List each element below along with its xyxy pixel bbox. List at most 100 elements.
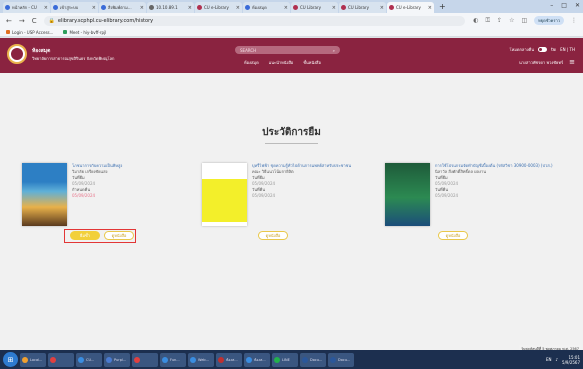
- book-cover[interactable]: [22, 163, 67, 226]
- tab-close-icon[interactable]: ×: [332, 5, 336, 11]
- night-mode-toggle[interactable]: [537, 47, 547, 52]
- tab-favicon-icon: [389, 5, 394, 10]
- taskbar-item[interactable]: [132, 352, 158, 367]
- tab-title: CU e-Library: [396, 5, 421, 10]
- browser-tab[interactable]: CU e-Library ×: [387, 2, 434, 13]
- taskbar-item-label: CU...: [86, 357, 95, 362]
- user-name[interactable]: นางสาวพัชรดา พวงชัยทร์: [519, 59, 563, 66]
- browser-tab[interactable]: เข้าสู่ระบบ ×: [51, 2, 98, 13]
- app-icon: [162, 356, 168, 363]
- main-content: ประวัติการยืม โภชนาการกับความเป็นพิษสูง …: [0, 73, 583, 350]
- profile-button[interactable]: หยุดชั่วคราว: [534, 16, 564, 25]
- tab-title: หน้าหลัก - CU: [12, 5, 37, 10]
- url-text: elibrary.scphpl.cu-elibrary.com/history: [57, 17, 154, 24]
- speaker-icon[interactable]: ♪: [555, 357, 558, 362]
- search-input[interactable]: SEARCH ⌕: [235, 46, 340, 54]
- system-tray: EN ♪ 15:01 5/9/2567: [546, 355, 580, 365]
- borrow-date: 05/09/2024: [435, 180, 459, 186]
- tab-close-icon[interactable]: ×: [188, 5, 192, 11]
- title-divider: [265, 143, 318, 144]
- taskbar-item[interactable]: Local...: [20, 352, 46, 367]
- library-logo[interactable]: [7, 44, 27, 64]
- tab-close-icon[interactable]: ×: [92, 5, 96, 11]
- taskbar-item[interactable]: Docu...: [328, 352, 354, 367]
- browser-tab[interactable]: ห้องสมุด ×: [243, 2, 290, 13]
- browser-tab[interactable]: หน้าหลัก - CU ×: [3, 2, 50, 13]
- taskbar-item[interactable]: Purpl...: [104, 352, 130, 367]
- taskbar-item[interactable]: Fun...: [160, 352, 186, 367]
- minimize-icon[interactable]: –: [550, 2, 553, 9]
- search-icon[interactable]: ⌕: [333, 48, 335, 53]
- back-icon[interactable]: ←: [6, 17, 12, 25]
- bookmark-item[interactable]: Login - USP Access...: [6, 30, 53, 35]
- taskbar-item[interactable]: LINE: [272, 352, 298, 367]
- tab-title: ห้องสมุด: [252, 5, 267, 10]
- tray-language[interactable]: EN: [546, 357, 552, 362]
- url-field[interactable]: 🔒 elibrary.scphpl.cu-elibrary.com/histor…: [43, 15, 466, 26]
- tab-close-icon[interactable]: ×: [140, 5, 144, 11]
- taskbar-item[interactable]: Web...: [188, 352, 214, 367]
- share-icon[interactable]: ⇪: [497, 17, 502, 24]
- tab-close-icon[interactable]: ×: [380, 5, 384, 11]
- view-book-button[interactable]: ดูหนังสือ: [258, 231, 288, 240]
- maximize-icon[interactable]: □: [561, 2, 567, 9]
- app-icon: [330, 356, 336, 363]
- book-title[interactable]: การใช้โปรแกรมจัดทำบัญชีเบื้องต้น (รหัสวิ…: [435, 163, 563, 169]
- clock[interactable]: 15:01 5/9/2567: [562, 355, 580, 365]
- book-info: โภชนาการกับความเป็นพิษสูง วิมาลัย เกรียง…: [72, 163, 200, 198]
- view-book-button[interactable]: ดูหนังสือ: [438, 231, 468, 240]
- browser-tab[interactable]: CU e-Library ×: [195, 2, 242, 13]
- return-date: 05/09/2024: [252, 192, 276, 198]
- start-button-icon[interactable]: ⊞: [3, 352, 18, 367]
- book-author: คณะ วิธีแนวโน้มกายิลิต: [252, 168, 294, 174]
- taskbar-item-label: ห้องส...: [254, 357, 266, 362]
- app-icon: [78, 356, 84, 363]
- tab-favicon-icon: [245, 5, 250, 10]
- menu-icon[interactable]: ⋮: [571, 17, 577, 24]
- nav-library[interactable]: ห้องสมุด: [244, 59, 259, 66]
- bookmarks-bar: Login - USP Access... Meet - hiy-bvff-rp…: [0, 28, 583, 37]
- tab-close-icon[interactable]: ×: [284, 5, 288, 11]
- book-cover[interactable]: [385, 163, 430, 226]
- nav-bookshelf[interactable]: ชั้นหนังสือ: [303, 59, 321, 66]
- toggle-state: ปิด: [550, 47, 557, 52]
- book-author: วิมาลัย เกรียงชัยแสง: [72, 168, 108, 174]
- browser-tab[interactable]: CU Library ×: [291, 2, 338, 13]
- nav-recommend[interactable]: แนะนำหนังสือ: [269, 59, 294, 66]
- key-icon[interactable]: ⚿: [485, 17, 490, 25]
- star-icon[interactable]: ☆: [509, 17, 514, 24]
- book-card: บุหรี่ไฟฟ้า ชุดความรู้ทั่วไปด้านการแพทย์…: [202, 163, 382, 263]
- return-date: 05/09/2024: [435, 192, 459, 198]
- forward-icon[interactable]: →: [19, 17, 25, 25]
- book-card: การใช้โปรแกรมจัดทำบัญชีเบื้องต้น (รหัสวิ…: [385, 163, 565, 263]
- language-switch[interactable]: EN | TH: [560, 47, 575, 52]
- tab-close-icon[interactable]: ×: [428, 5, 432, 11]
- toolbar-icons: ◐ ⚿ ⇪ ☆ ◫ หยุดชั่วคราว ⋮: [473, 16, 577, 25]
- tab-favicon-icon: [53, 5, 58, 10]
- close-window-icon[interactable]: ✕: [575, 2, 580, 9]
- tab-favicon-icon: [149, 5, 154, 10]
- library-header: ห้องสมุด วิทยาลัยการสาธารณสุขสิรินธร จัง…: [0, 38, 583, 73]
- browser-tab[interactable]: 10.10.89.1 ×: [147, 2, 194, 13]
- browser-tab-strip: หน้าหลัก - CU × เข้าสู่ระบบ × สิ่งพิมพ์ตาม..…: [0, 0, 583, 13]
- hamburger-menu-icon[interactable]: ≡: [569, 58, 575, 66]
- book-cover[interactable]: [202, 163, 247, 226]
- new-tab-button[interactable]: +: [439, 2, 446, 11]
- tab-close-icon[interactable]: ×: [44, 5, 48, 11]
- taskbar-item[interactable]: [48, 352, 74, 367]
- taskbar-item[interactable]: ห้องส...: [244, 352, 270, 367]
- browser-tab[interactable]: CU Library ×: [339, 2, 386, 13]
- tab-close-icon[interactable]: ×: [236, 5, 240, 11]
- app-icon: [190, 356, 196, 363]
- reload-icon[interactable]: C: [32, 17, 37, 25]
- google-lens-icon[interactable]: ◐: [473, 17, 478, 24]
- tab-favicon-icon: [293, 5, 298, 10]
- taskbar-item[interactable]: ห้องส...: [216, 352, 242, 367]
- browser-tab[interactable]: สิ่งพิมพ์ตาม... ×: [99, 2, 146, 13]
- app-icon: [134, 356, 140, 363]
- bookmark-item[interactable]: Meet - hiy-bvff-rpjl: [63, 30, 106, 35]
- taskbar-item[interactable]: Docu...: [300, 352, 326, 367]
- sidepanel-icon[interactable]: ◫: [521, 17, 527, 24]
- taskbar-item[interactable]: CU...: [76, 352, 102, 367]
- bookmark-favicon-icon: [6, 30, 10, 34]
